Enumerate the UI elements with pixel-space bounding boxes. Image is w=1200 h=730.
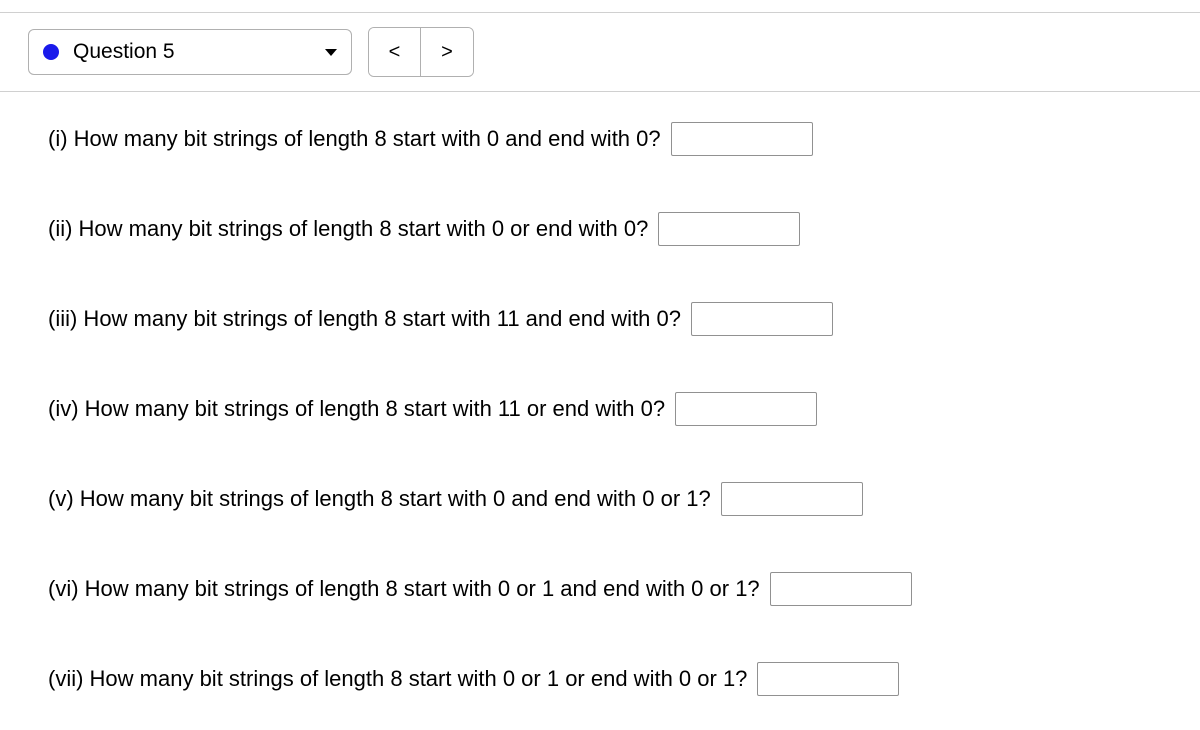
answer-input-2[interactable] bbox=[658, 212, 800, 246]
question-text: (iii) How many bit strings of length 8 s… bbox=[48, 306, 681, 332]
chevron-right-icon: > bbox=[441, 41, 453, 64]
questions-area: (i) How many bit strings of length 8 sta… bbox=[0, 92, 1200, 696]
question-text: (ii) How many bit strings of length 8 st… bbox=[48, 216, 648, 242]
chevron-left-icon: < bbox=[389, 41, 401, 64]
chevron-down-icon bbox=[325, 49, 337, 56]
answer-input-6[interactable] bbox=[770, 572, 912, 606]
question-row: (iii) How many bit strings of length 8 s… bbox=[48, 302, 1200, 336]
status-dot-icon bbox=[43, 44, 59, 60]
question-text: (iv) How many bit strings of length 8 st… bbox=[48, 396, 665, 422]
nav-button-group: < > bbox=[368, 27, 474, 77]
answer-input-7[interactable] bbox=[757, 662, 899, 696]
answer-input-4[interactable] bbox=[675, 392, 817, 426]
question-text: (v) How many bit strings of length 8 sta… bbox=[48, 486, 711, 512]
question-row: (vii) How many bit strings of length 8 s… bbox=[48, 662, 1200, 696]
toolbar: Question 5 < > bbox=[0, 13, 1200, 92]
question-selector-dropdown[interactable]: Question 5 bbox=[28, 29, 352, 75]
prev-button[interactable]: < bbox=[369, 28, 421, 76]
next-button[interactable]: > bbox=[421, 28, 473, 76]
question-row: (vi) How many bit strings of length 8 st… bbox=[48, 572, 1200, 606]
question-row: (ii) How many bit strings of length 8 st… bbox=[48, 212, 1200, 246]
question-selector-content: Question 5 bbox=[43, 40, 175, 64]
question-row: (iv) How many bit strings of length 8 st… bbox=[48, 392, 1200, 426]
question-text: (vi) How many bit strings of length 8 st… bbox=[48, 576, 760, 602]
answer-input-5[interactable] bbox=[721, 482, 863, 516]
question-selector-label: Question 5 bbox=[73, 40, 175, 64]
answer-input-3[interactable] bbox=[691, 302, 833, 336]
question-text: (vii) How many bit strings of length 8 s… bbox=[48, 666, 747, 692]
question-row: (i) How many bit strings of length 8 sta… bbox=[48, 122, 1200, 156]
answer-input-1[interactable] bbox=[671, 122, 813, 156]
question-row: (v) How many bit strings of length 8 sta… bbox=[48, 482, 1200, 516]
question-text: (i) How many bit strings of length 8 sta… bbox=[48, 126, 661, 152]
